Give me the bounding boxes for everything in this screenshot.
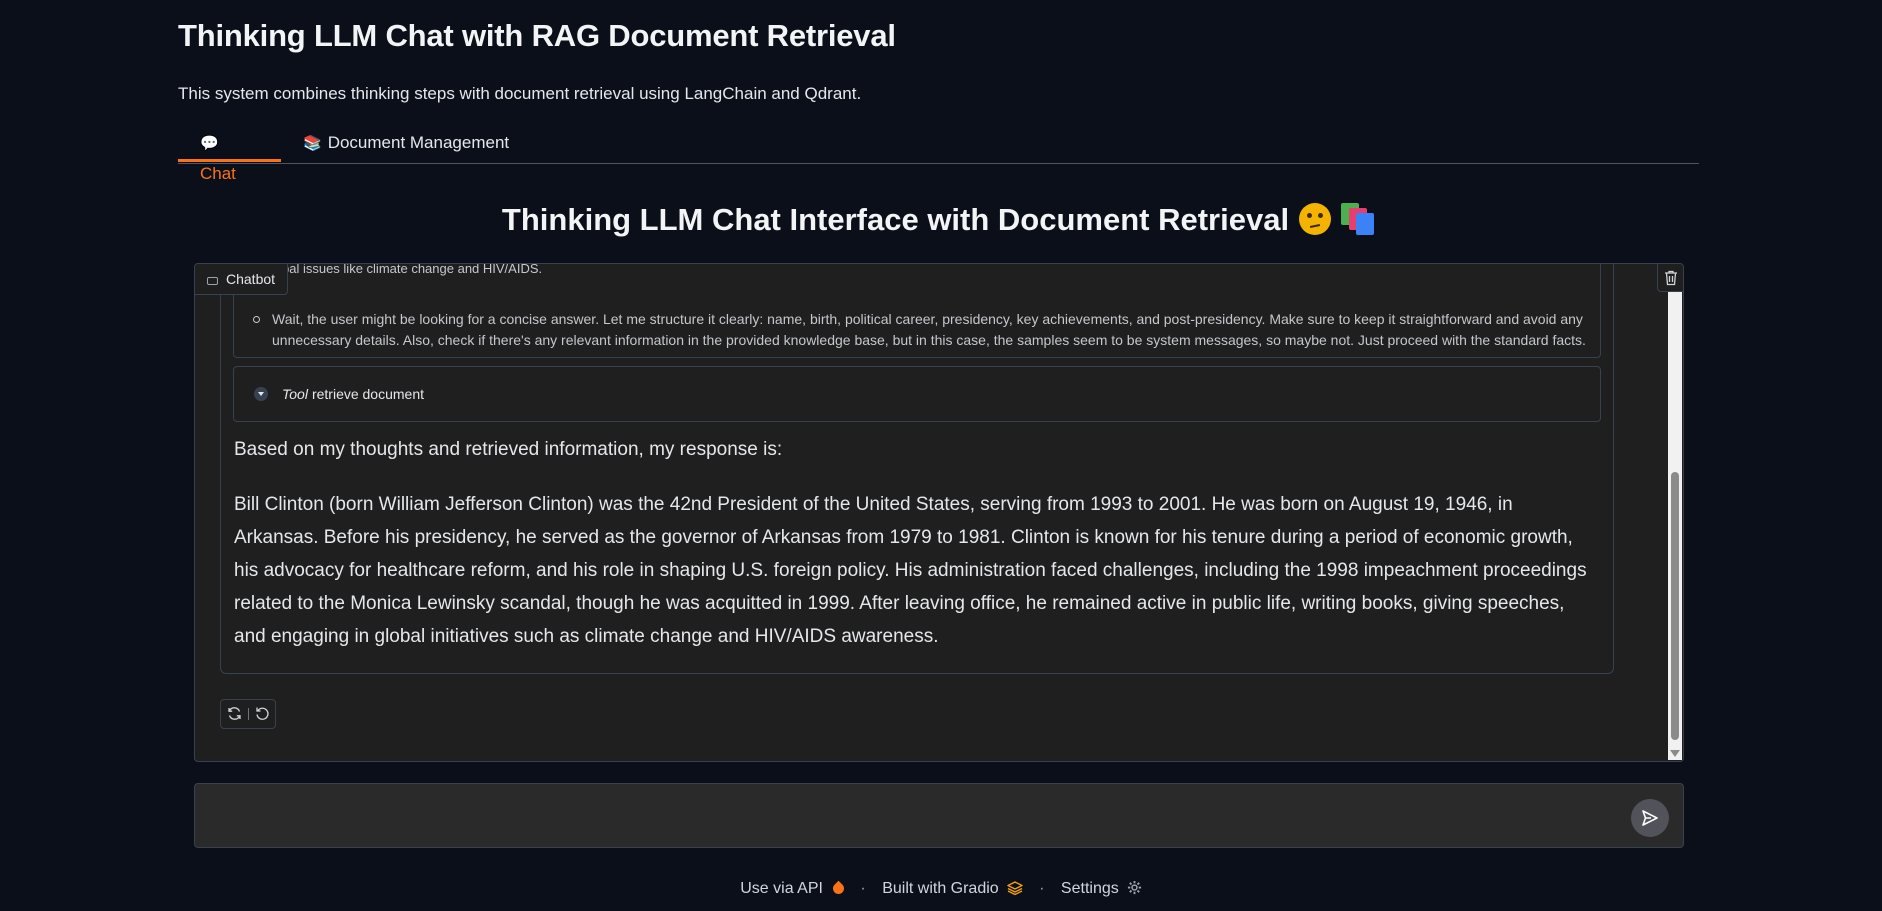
send-icon [1642, 810, 1658, 826]
use-via-api-link[interactable]: Use via API [740, 880, 847, 897]
api-link-label: Use via API [740, 880, 823, 897]
response-intro: Based on my thoughts and retrieved infor… [234, 439, 783, 460]
chatbot-panel[interactable]: Chatbot bal issues like climate change a… [194, 263, 1684, 762]
gradio-logo-icon [1006, 881, 1023, 895]
tab-bar: 💬 Chat 📚 Document Management [178, 128, 1699, 183]
books-icon: 📚 [303, 135, 322, 152]
footer: Use via API · Built with Gradio · Settin… [0, 880, 1882, 898]
settings-link-label: Settings [1060, 880, 1119, 897]
undo-icon [256, 707, 269, 720]
books-icon [1341, 203, 1375, 235]
thought-bullet-text: Wait, the user might be looking for a co… [252, 309, 1592, 351]
scroll-down-arrow-icon[interactable] [1670, 750, 1680, 757]
rocket-icon [830, 880, 847, 897]
chat-input-bar [194, 783, 1684, 848]
response-body: Bill Clinton (born William Jefferson Cli… [234, 494, 1587, 647]
send-button[interactable] [1631, 799, 1669, 837]
chat-icon [207, 277, 218, 285]
tool-accordion[interactable]: Tool retrieve document [233, 366, 1601, 422]
clear-chat-button[interactable] [1657, 264, 1683, 292]
tool-label: Tool [282, 386, 308, 402]
app-description: This system combines thinking steps with… [178, 84, 862, 103]
app-title: Thinking LLM Chat with RAG Document Retr… [178, 18, 896, 53]
speech-bubble-icon: 💬 [200, 135, 219, 152]
footer-separator: · [860, 880, 866, 897]
retry-icon [228, 707, 241, 720]
message-actions [220, 699, 276, 729]
scrollbar[interactable] [1668, 290, 1682, 760]
footer-separator: · [1039, 880, 1045, 897]
chat-input[interactable] [209, 796, 1613, 836]
tab-chat[interactable]: 💬 Chat [178, 128, 281, 183]
chat-heading: Thinking LLM Chat Interface with Documen… [178, 202, 1699, 238]
chat-heading-text: Thinking LLM Chat Interface with Documen… [501, 202, 1290, 237]
chatbot-label-text: Chatbot [226, 271, 276, 287]
chatbot-label: Chatbot [195, 264, 289, 295]
bot-message: bal issues like climate change and HIV/A… [220, 263, 1614, 674]
app-root: Thinking LLM Chat with RAG Document Retr… [0, 0, 1882, 911]
settings-link[interactable]: Settings [1061, 880, 1142, 897]
trash-icon [1665, 270, 1677, 286]
tab-document-management-label: Document Management [327, 133, 510, 152]
gear-icon [1127, 880, 1141, 895]
tool-name: retrieve document [311, 386, 425, 402]
undo-button[interactable] [249, 700, 276, 728]
tab-chat-label: Chat [200, 164, 236, 183]
built-with-gradio-link[interactable]: Built with Gradio [882, 880, 1023, 897]
thinking-section: bal issues like climate change and HIV/A… [233, 263, 1601, 358]
retry-button[interactable] [221, 700, 248, 728]
thinking-face-icon [1299, 203, 1332, 235]
scrollbar-thumb[interactable] [1671, 472, 1679, 740]
tab-document-management[interactable]: 📚 Document Management [281, 128, 531, 162]
thought-text-partial: bal issues like climate change and HIV/A… [282, 263, 543, 276]
chevron-down-icon [254, 387, 268, 401]
built-link-label: Built with Gradio [882, 880, 999, 897]
